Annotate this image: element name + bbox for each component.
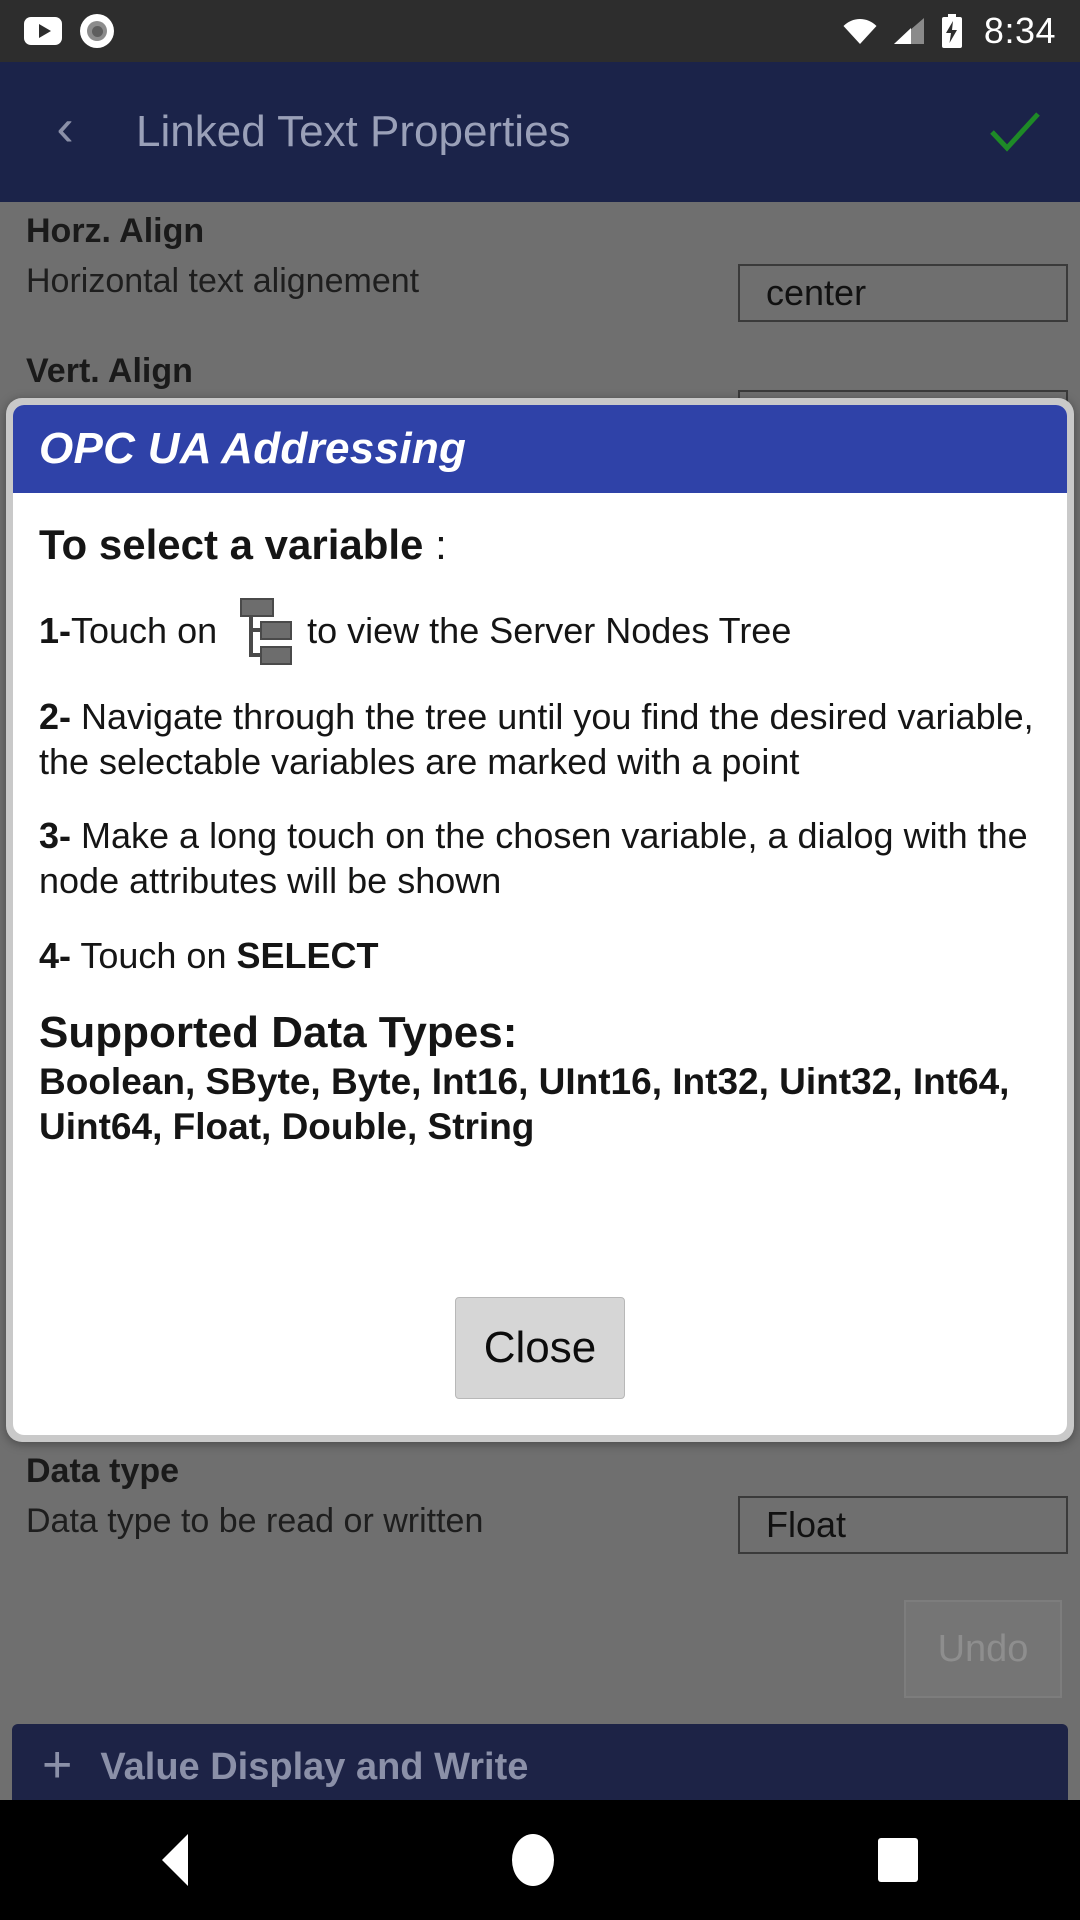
instruction-step-1: 1- Touch on to view the Server Nodes Tre… [39, 597, 1041, 665]
plus-icon: + [42, 1736, 73, 1794]
app-bar: ‹ Linked Text Properties [0, 62, 1080, 202]
phone-screen: 8:34 ‹ Linked Text Properties Horz. Alig… [0, 0, 1080, 1920]
opc-ua-addressing-dialog: OPC UA Addressing To select a variable :… [6, 398, 1074, 1442]
step-text: Make a long touch on the chosen variable… [39, 815, 1028, 901]
step-text-after: to view the Server Nodes Tree [307, 609, 792, 651]
dialog-title: OPC UA Addressing [39, 424, 467, 473]
property-row-vert-align: Vert. Align [0, 350, 1080, 393]
instruction-step-4: 4- Touch on SELECT [39, 934, 1041, 979]
step-number: 4- [39, 934, 72, 976]
step-text-before: Touch on [71, 609, 218, 651]
step-number: 3- [39, 815, 72, 857]
value-display-and-write-bar[interactable]: + Value Display and Write [12, 1724, 1068, 1810]
step-text: Touch on [71, 934, 237, 976]
dialog-heading-bold: To select a variable [39, 521, 424, 568]
supported-data-types-heading: Supported Data Types: [39, 1008, 518, 1058]
clock: 8:34 [983, 10, 1056, 51]
step-number: 1- [39, 609, 72, 651]
page-title: Linked Text Properties [136, 107, 571, 156]
record-icon [80, 14, 114, 48]
android-navigation-bar [0, 1800, 1080, 1920]
check-icon [990, 112, 1040, 152]
dialog-heading: To select a variable : [39, 521, 1041, 569]
property-title: Horz. Align [26, 212, 205, 250]
back-triangle-icon[interactable] [162, 1834, 188, 1886]
supported-data-types-list: Boolean, SByte, Byte, Int16, UInt16, Int… [39, 1061, 1010, 1147]
property-title: Data type [26, 1452, 180, 1490]
wifi-icon [842, 17, 878, 45]
step-emphasis: SELECT [236, 934, 379, 976]
instruction-step-2: 2- Navigate through the tree until you f… [39, 695, 1041, 784]
status-bar-notifications [24, 14, 114, 48]
status-bar: 8:34 [0, 0, 1080, 62]
add-bar-label: Value Display and Write [100, 1745, 529, 1788]
dialog-footer: Close [13, 1297, 1067, 1435]
status-bar-system-icons: 8:34 [842, 13, 1056, 49]
back-button[interactable]: ‹ [30, 102, 100, 162]
horz-align-value-field[interactable]: center [738, 264, 1068, 322]
recents-square-icon[interactable] [878, 1838, 918, 1882]
instruction-step-3: 3- Make a long touch on the chosen varia… [39, 814, 1041, 903]
data-type-value-field[interactable]: Float [738, 1496, 1068, 1554]
youtube-play-icon [24, 17, 62, 45]
confirm-button[interactable] [980, 110, 1050, 154]
battery-charging-icon [940, 14, 964, 48]
tree-hierarchy-icon [231, 597, 293, 665]
signal-icon [892, 17, 926, 45]
dialog-heading-colon: : [423, 521, 447, 568]
dialog-header: OPC UA Addressing [13, 405, 1067, 493]
dialog-body: To select a variable : 1- Touch on to vi… [13, 493, 1067, 1297]
step-number: 2- [39, 696, 72, 737]
undo-button[interactable]: Undo [904, 1600, 1062, 1698]
close-button[interactable]: Close [454, 1297, 626, 1399]
home-circle-icon[interactable] [512, 1834, 554, 1886]
step-text: Navigate through the tree until you find… [39, 696, 1034, 782]
property-title: Vert. Align [26, 352, 193, 390]
